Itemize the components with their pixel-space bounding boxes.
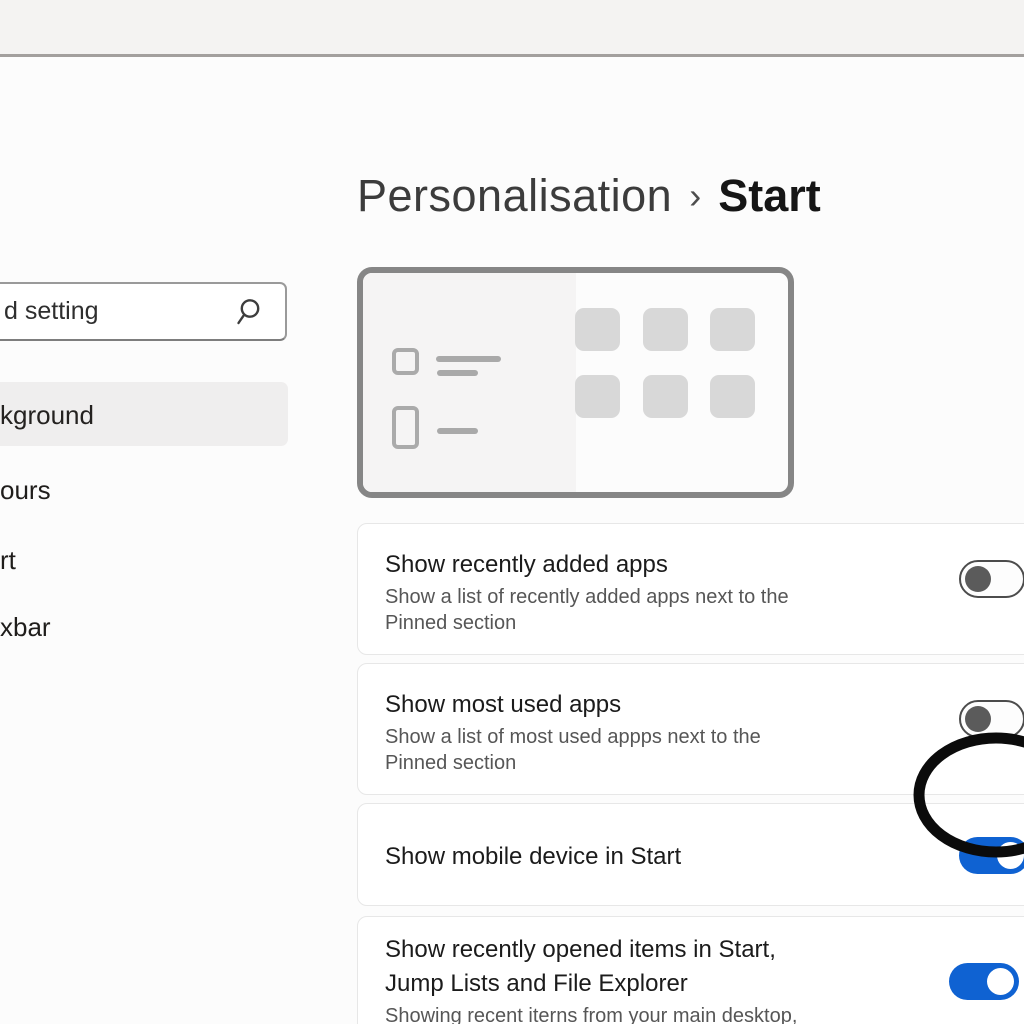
- app-tile: [575, 375, 620, 418]
- setting-card-show-mobile-device-in-start: Show mobile device in Start: [357, 803, 1024, 906]
- app-tile: [710, 375, 755, 418]
- search-box[interactable]: [0, 282, 287, 341]
- app-tile: [710, 308, 755, 351]
- sidebar-item-taskbar[interactable]: xbar: [0, 612, 51, 643]
- page-title: Start: [718, 170, 821, 221]
- list-icon-placeholder: [392, 406, 419, 449]
- toggle-show-mobile-device-in-start[interactable]: [959, 837, 1024, 874]
- setting-card-show-recently-added-apps: Show recently added apps Show a list of …: [357, 523, 1024, 655]
- breadcrumb: Personalisation › Start: [357, 170, 821, 222]
- toggle-knob: [987, 968, 1014, 995]
- setting-description-line: Show a list of recently added apps next …: [385, 584, 789, 610]
- start-menu-preview: [357, 267, 794, 498]
- toggle-show-recently-added-apps[interactable]: [959, 560, 1024, 598]
- sidebar-item-start[interactable]: rt: [0, 545, 16, 576]
- list-icon-placeholder: [392, 348, 419, 375]
- setting-title: Show most used apps: [385, 688, 621, 722]
- toggle-knob: [965, 706, 991, 732]
- search-icon: [233, 297, 263, 327]
- setting-title-line: Jump Lists and File Explorer: [385, 967, 776, 1001]
- setting-title-line: Show recently opened items in Start,: [385, 933, 776, 967]
- settings-content: kground ours rt xbar Personalisation › Sta…: [0, 60, 1024, 1024]
- setting-description-line: Pinned section: [385, 750, 761, 776]
- setting-description-line: Pinned section: [385, 610, 789, 636]
- preview-pinned-list-panel: [363, 273, 576, 492]
- setting-title: Show mobile device in Start: [385, 840, 681, 874]
- setting-card-show-recently-opened-items: Show recently opened items in Start, Jum…: [357, 916, 1024, 1024]
- setting-card-show-most-used-apps: Show most used apps Show a list of most …: [357, 663, 1024, 795]
- setting-title: Show recently opened items in Start, Jum…: [385, 933, 776, 1001]
- setting-description-line: Showing recent iterns from your main des…: [385, 1003, 797, 1024]
- text-line-placeholder: [436, 356, 501, 362]
- breadcrumb-chevron-icon: ›: [689, 175, 701, 216]
- setting-title: Show recently added apps: [385, 548, 668, 582]
- breadcrumb-root[interactable]: Personalisation: [357, 170, 672, 221]
- text-line-placeholder: [437, 428, 478, 434]
- toggle-show-most-used-apps[interactable]: [959, 700, 1024, 738]
- search-input[interactable]: [2, 284, 217, 339]
- toggle-show-recently-opened-items[interactable]: [949, 963, 1019, 1000]
- sidebar-item-colours[interactable]: ours: [0, 475, 51, 506]
- app-tile: [643, 308, 688, 351]
- setting-description: Show a list of most used appps next to t…: [385, 724, 761, 776]
- toggle-knob: [997, 842, 1024, 869]
- setting-description: Showing recent iterns from your main des…: [385, 1003, 797, 1024]
- sidebar-item-background[interactable]: kground: [0, 400, 94, 431]
- toggle-knob: [965, 566, 991, 592]
- text-line-placeholder: [437, 370, 478, 376]
- app-tile: [575, 308, 620, 351]
- app-tile: [643, 375, 688, 418]
- setting-description: Show a list of recently added apps next …: [385, 584, 789, 636]
- setting-description-line: Show a list of most used appps next to t…: [385, 724, 761, 750]
- title-bar: [0, 0, 1024, 57]
